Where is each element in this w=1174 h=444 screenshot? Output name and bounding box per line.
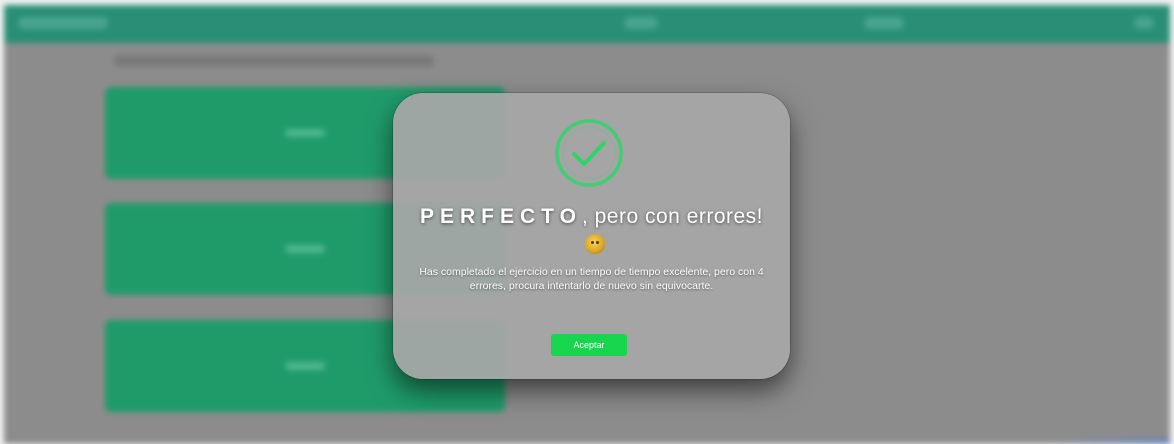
header-logo [18, 17, 108, 29]
header-menu-icon [1134, 17, 1154, 29]
option-card-label [285, 245, 325, 253]
modal-title-highlight: PERFECTO [419, 205, 582, 228]
modal-message: Has completado el ejercicio en un tiempo… [419, 266, 764, 292]
modal-title-rest: , pero con errores! [581, 205, 764, 228]
grimacing-emoji-icon [584, 234, 605, 254]
result-modal: PERFECTO, pero con errores! Has completa… [393, 93, 790, 379]
screen: PERFECTO, pero con errores! Has completa… [0, 0, 1174, 444]
check-circle-icon [555, 119, 623, 187]
option-card-label [285, 129, 325, 137]
page-heading [114, 55, 434, 67]
modal-title: PERFECTO, pero con errores! [413, 203, 770, 259]
header-nav-item [864, 17, 904, 29]
app-header [4, 5, 1170, 43]
option-card-label [285, 362, 325, 370]
accept-button[interactable]: Aceptar [551, 334, 627, 356]
header-nav-item [624, 17, 658, 29]
corner-decoration [1050, 438, 1170, 444]
